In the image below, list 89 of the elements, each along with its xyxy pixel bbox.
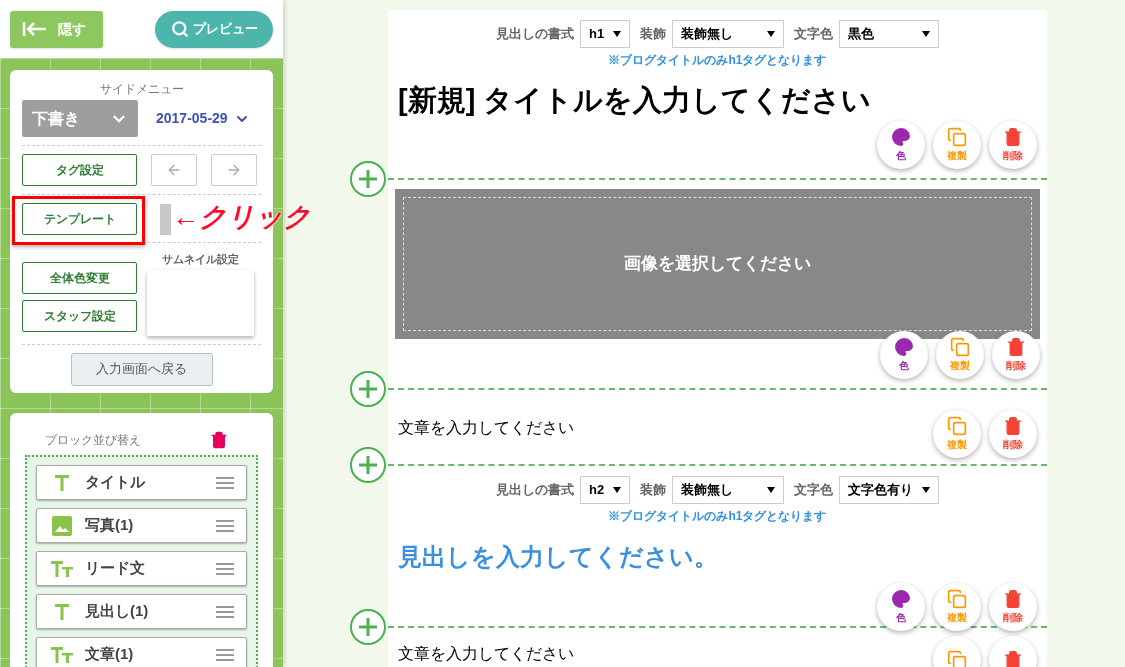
image-placeholder-text: 画像を選択してください [624,253,811,276]
add-block-button[interactable] [350,609,386,645]
h1-note: ※ブログタイトルのみh1タグとなります [607,508,828,525]
decoration-select[interactable]: 装飾無し [672,20,784,48]
text-size-icon [51,645,73,664]
add-block-button[interactable] [350,447,386,483]
dropdown-arrow-icon [922,31,930,37]
format-label: 見出しの書式 [496,25,574,44]
color-action-button[interactable]: 色 [880,331,928,379]
sort-item-label: リード文 [85,558,146,579]
image-icon [52,515,72,536]
heading-text[interactable]: [新規] タイトルを入力してください [398,79,1037,123]
color-change-button[interactable]: 全体色変更 [22,262,137,294]
decoration-select[interactable]: 装飾無し [672,476,784,504]
thumbnail-label: サムネイル設定 [162,252,239,267]
sort-title: ブロック並び替え [45,432,141,449]
text-color-select[interactable]: 黒色 [839,20,939,48]
sort-item[interactable]: リード文 [36,551,247,586]
text-icon [54,602,70,621]
trash-icon[interactable] [210,431,228,449]
delete-action-button[interactable]: 削除 [989,410,1037,458]
add-block-button[interactable] [350,371,386,407]
staff-settings-button[interactable]: スタッフ設定 [22,300,137,332]
copy-icon [947,589,967,609]
dropdown-arrow-icon [767,487,775,493]
palette-icon [891,126,911,147]
copy-icon [947,650,967,667]
right-arrow-icon [226,162,242,178]
sort-item[interactable]: 文章(1) [36,637,247,667]
dropdown-arrow-icon [767,31,775,37]
delete-action-button[interactable]: 削除 [989,583,1037,631]
text-color-label: 文字色 [794,25,833,44]
add-block-button[interactable] [350,161,386,197]
image-placeholder[interactable]: 画像を選択してください [395,189,1040,339]
trash-icon [1003,126,1023,147]
sort-item-label: 文章(1) [85,644,135,665]
dropdown-arrow-icon [613,487,621,493]
text-size-icon [51,559,73,578]
format-select[interactable]: h2 [580,476,630,504]
plus-icon [358,617,378,637]
sort-item-label: タイトル [85,472,146,493]
palette-icon [891,589,911,609]
sort-item[interactable]: タイトル [36,465,247,500]
color-action-button[interactable]: 色 [877,583,925,631]
body-text[interactable]: 文章を入力してください [398,642,574,666]
format-select[interactable]: h1 [580,20,630,48]
plus-icon [358,379,378,399]
plus-icon [358,455,378,475]
date-select[interactable]: 2017-05-29 [156,108,250,129]
palette-icon [894,337,914,357]
copy-icon [947,416,967,436]
heading-text[interactable]: 見出しを入力してください。 [398,539,1037,575]
copy-icon [947,126,967,147]
sort-item-label: 見出し(1) [85,601,150,622]
drag-handle-icon[interactable] [216,605,234,618]
decoration-label: 装飾 [640,25,666,44]
trash-icon [1003,416,1023,436]
trash-icon [1003,650,1023,667]
text-color-select[interactable]: 文字色有り [839,476,939,504]
back-button[interactable]: 入力画面へ戻る [70,352,213,386]
drag-handle-icon[interactable] [216,519,234,532]
sort-item[interactable]: 写真(1) [36,508,247,543]
h1-note: ※ブログタイトルのみh1タグとなります [607,52,828,69]
drag-handle-icon[interactable] [216,476,234,489]
dropdown-arrow-icon [922,487,930,493]
drag-handle-icon[interactable] [216,562,234,575]
tag-settings-button[interactable]: タグ設定 [22,154,137,186]
side-menu-title: サイドメニュー [98,81,185,98]
search-icon [170,20,189,38]
trash-icon [1003,589,1023,609]
template-button[interactable]: テンプレート [22,202,137,235]
color-action-button[interactable]: 色 [877,120,925,169]
sort-item-label: 写真(1) [85,515,135,536]
dropdown-arrow-icon [613,31,621,37]
copy-icon [950,337,970,357]
next-button[interactable] [211,154,257,186]
sort-item[interactable]: 見出し(1) [36,594,247,629]
trash-icon [1006,337,1026,357]
plus-icon [358,169,378,189]
text-color-label: 文字色 [794,481,833,500]
decoration-label: 装飾 [640,481,666,500]
delete-action-button[interactable]: 削除 [989,120,1037,169]
body-text[interactable]: 文章を入力してください [398,416,574,440]
drag-handle-icon[interactable] [216,648,234,661]
delete-action-button[interactable]: 削除 [992,331,1040,379]
previous-button[interactable] [151,154,197,186]
thumbnail-box[interactable] [147,269,254,336]
text-icon [54,473,70,492]
format-label: 見出しの書式 [496,481,574,500]
